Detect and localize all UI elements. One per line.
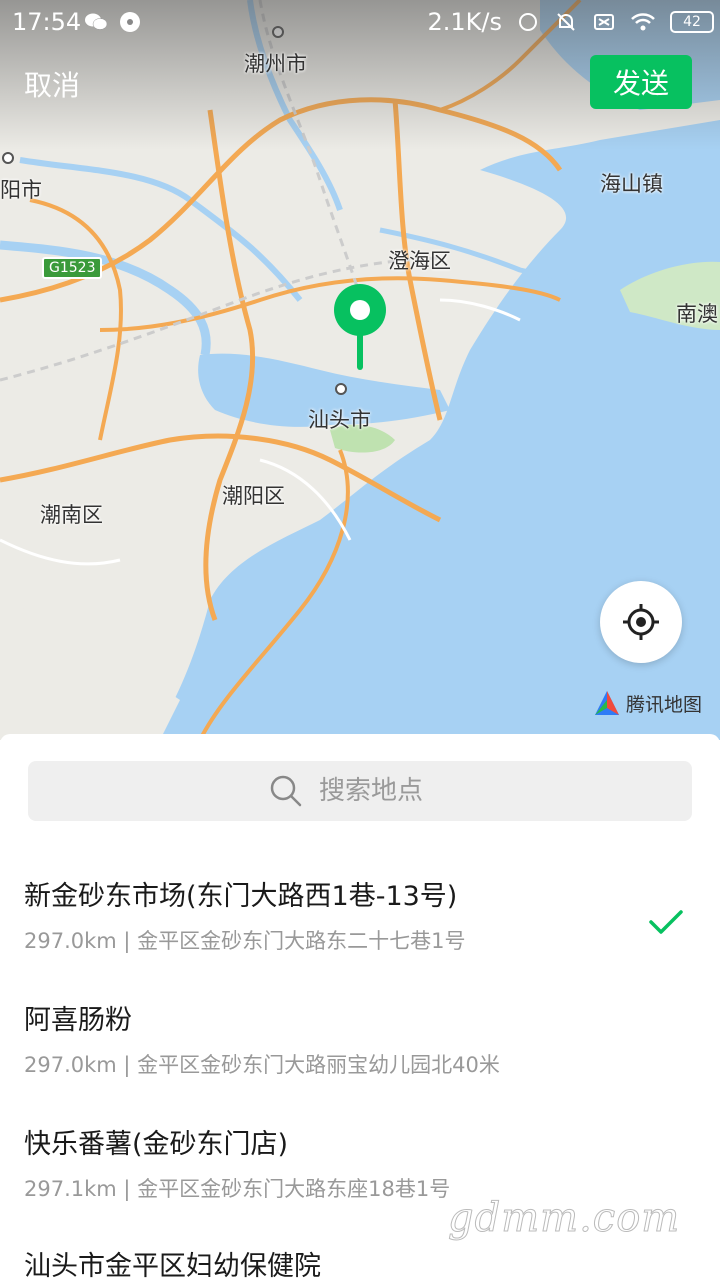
map-label-haishan: 海山镇	[600, 172, 663, 196]
net-speed: 2.1K/s	[427, 8, 503, 36]
map-label-shantou: 汕头市	[308, 408, 371, 432]
poi-name: 阿喜肠粉	[24, 1005, 132, 1036]
checkmark-icon	[649, 910, 683, 934]
mute-bell-icon	[557, 13, 575, 31]
map-view[interactable]: 潮州市 阳市 海山镇 澄海区 南澳 汕头市 潮南区 潮阳区 G1523 腾讯地图…	[0, 0, 720, 740]
map-label-chenghai: 澄海区	[388, 249, 451, 273]
poi-address: 297.0km | 金平区金砂东门大路丽宝幼儿园北40米	[24, 1053, 500, 1077]
crosshair-icon	[623, 604, 659, 640]
sync-icon	[519, 13, 537, 31]
map-label-nanao: 南澳	[676, 302, 718, 326]
map-label-chaoyang: 潮阳区	[222, 484, 285, 508]
battery-level: 42	[683, 14, 701, 30]
poi-item-3[interactable]: 汕头市金平区妇幼保健院	[24, 1244, 704, 1283]
tencent-map-logo-icon	[595, 691, 619, 715]
highway-badge: G1523	[42, 257, 103, 279]
poi-item-2[interactable]: 快乐番薯(金砂东门店) 297.1km | 金平区金砂东门大路东座18巷1号	[24, 1122, 704, 1203]
map-attribution: 腾讯地图	[592, 688, 702, 718]
attribution-text: 腾讯地图	[626, 693, 703, 716]
watermark: gdmm.com	[447, 1195, 681, 1242]
search-bar[interactable]	[28, 761, 692, 821]
battery-icon: 42	[670, 11, 714, 33]
status-right: 2.1K/s 42	[427, 8, 714, 36]
poi-name: 新金砂东市场(东门大路西1巷-13号)	[24, 881, 458, 912]
cancel-button[interactable]: 取消	[24, 64, 80, 104]
search-input[interactable]	[317, 775, 451, 807]
notification-icons	[84, 10, 142, 34]
send-button[interactable]: 发送	[590, 55, 692, 109]
poi-item-1[interactable]: 阿喜肠粉 297.0km | 金平区金砂东门大路丽宝幼儿园北40米	[24, 998, 704, 1079]
my-location-button[interactable]	[600, 581, 682, 663]
no-sim-icon	[594, 14, 614, 30]
poi-address: 297.0km | 金平区金砂东门大路东二十七巷1号	[24, 929, 466, 953]
status-bar: 17:54 2.1K/s 42	[0, 0, 720, 46]
search-icon	[270, 775, 302, 807]
poi-item-0[interactable]: 新金砂东市场(东门大路西1巷-13号) 297.0km | 金平区金砂东门大路东…	[24, 874, 704, 955]
wifi-icon	[631, 13, 655, 31]
poi-name: 汕头市金平区妇幼保健院	[24, 1251, 321, 1282]
map-label-jieyang: 阳市	[0, 178, 42, 202]
location-pin-icon	[334, 284, 386, 370]
map-label-chaonan: 潮南区	[40, 503, 103, 527]
poi-name: 快乐番薯(金砂东门店)	[24, 1129, 289, 1160]
map-label-chaozhou: 潮州市	[244, 52, 307, 76]
music-app-icon	[120, 12, 140, 32]
wechat-icon	[85, 13, 108, 30]
status-time: 17:54	[12, 8, 82, 36]
